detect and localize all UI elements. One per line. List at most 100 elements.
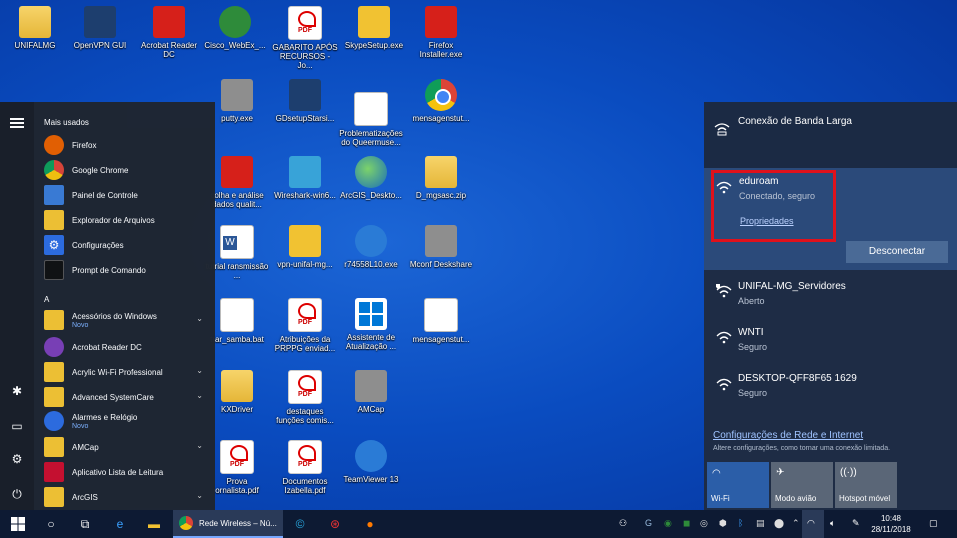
desktop-icon-label: colha e análise dados qualit...: [210, 191, 264, 209]
tray-app-icon[interactable]: ⬤: [774, 518, 784, 529]
desktop-icon-destaques[interactable]: destaques funções comis...: [272, 370, 338, 425]
ccleaner-icon[interactable]: ©: [292, 516, 308, 532]
desktop-icon-assistente[interactable]: Assistente de Atualização ...: [338, 298, 404, 351]
broadband-connection[interactable]: Conexão de Banda Larga: [704, 102, 957, 168]
pdf-file-icon: [288, 6, 322, 40]
quick-action-wifi[interactable]: ◠ Wi-Fi: [707, 462, 769, 508]
user-avatar-icon[interactable]: ✱: [9, 383, 25, 399]
firefox-icon[interactable]: ●: [362, 516, 378, 532]
quick-action-label: Wi-Fi: [711, 494, 730, 503]
desktop-icon-mensagenstut-1[interactable]: mensagenstut...: [408, 79, 474, 123]
highlight-box: [711, 170, 836, 242]
windows-start-icon[interactable]: [10, 516, 26, 532]
start-item-firefox[interactable]: Firefox: [44, 134, 209, 156]
hamburger-menu-icon[interactable]: [10, 118, 24, 128]
start-item-file-explorer[interactable]: Explorador de Arquivos: [44, 209, 209, 231]
pen-workspace-icon[interactable]: ✎: [852, 518, 860, 529]
user-folder-icon: [19, 6, 51, 38]
tray-app-icon[interactable]: ◼: [683, 518, 690, 529]
pdf-file-icon: [288, 298, 322, 332]
desktop-icon-problematizacoes[interactable]: Problematizações do Queermuse...: [338, 92, 404, 147]
tray-app-icon[interactable]: ◉: [664, 518, 672, 529]
tray-app-icon[interactable]: ▤: [756, 518, 765, 529]
globe-icon: [355, 156, 387, 188]
desktop-icon-firefox-installer[interactable]: Firefox Installer.exe: [408, 6, 474, 59]
start-item-acrobat[interactable]: Acrobat Reader DC: [44, 336, 209, 358]
people-icon[interactable]: ⚇: [619, 518, 627, 529]
desktop-icon-label: UNIFALMG: [14, 41, 56, 50]
documents-icon[interactable]: ▭: [9, 418, 25, 434]
bluetooth-icon[interactable]: ᛒ: [738, 518, 743, 528]
start-item-alarmes[interactable]: Alarmes e Relógio Novo: [44, 410, 209, 432]
start-item-acrylic[interactable]: Acrylic Wi-Fi Professional ⌄: [44, 361, 209, 383]
network-tray-button[interactable]: ◠: [802, 510, 824, 538]
tray-app-icon[interactable]: ◎: [700, 518, 708, 529]
network-settings-link[interactable]: Configurações de Rede e Internet: [713, 430, 863, 441]
desktop-icon-mensagenstut-2[interactable]: mensagenstut...: [408, 298, 474, 344]
word-file-icon: [220, 225, 254, 259]
desktop-icon-unifalmg[interactable]: UNIFALMG: [2, 6, 68, 50]
chevron-down-icon: ⌄: [196, 391, 203, 400]
app-red-icon[interactable]: ⊛: [327, 516, 343, 532]
start-item-chrome[interactable]: Google Chrome: [44, 159, 209, 181]
reading-list-icon: [44, 462, 64, 482]
most-used-header: Mais usados: [44, 118, 89, 127]
desktop-icon-skypesetup[interactable]: SkypeSetup.exe: [341, 6, 407, 50]
overflow-chevron-icon[interactable]: ⌃: [792, 518, 800, 529]
start-item-label: AMCap: [72, 442, 99, 452]
tray-app-icon[interactable]: ⬢: [719, 518, 727, 529]
pdf-file-icon: [220, 440, 254, 474]
settings-gear-icon[interactable]: ⚙: [9, 451, 25, 467]
desktop-icon-label: AMCap: [357, 405, 385, 414]
broadband-title: Conexão de Banda Larga: [738, 116, 852, 127]
edge-icon[interactable]: e: [112, 516, 128, 532]
desktop-icon-label: putty.exe: [221, 114, 253, 123]
cortana-search-icon[interactable]: ○: [43, 516, 59, 532]
desktop-icon-atribuicoes[interactable]: Atribuições da PRPPG enviad...: [272, 298, 338, 353]
desktop-icon-r74558[interactable]: r74558L10.exe: [338, 225, 404, 269]
file-explorer-icon[interactable]: ▬: [146, 516, 162, 532]
start-menu: ✱ ▭ ⚙ ⏻ Mais usados Firefox Google Chrom…: [0, 102, 215, 510]
start-item-cmd[interactable]: Prompt de Comando: [44, 259, 209, 281]
action-center-icon[interactable]: ▢: [929, 518, 938, 529]
start-item-control-panel[interactable]: Painel de Controle: [44, 184, 209, 206]
desktop-icon-webex[interactable]: Cisco_WebEx_...: [202, 6, 268, 50]
start-item-amcap[interactable]: AMCap ⌄: [44, 436, 209, 458]
desktop-icon-amcap[interactable]: AMCap: [338, 370, 404, 414]
desktop-icon-teamviewer[interactable]: TeamViewer 13: [338, 440, 404, 484]
wifi-icon: ◠: [712, 468, 721, 479]
tray-app-icon[interactable]: G: [645, 518, 652, 528]
start-item-settings[interactable]: ⚙ Configurações: [44, 234, 209, 256]
clock[interactable]: 10:48 28/11/2018: [871, 513, 911, 535]
taskbar-chrome-window[interactable]: Rede Wireless – Nú...: [173, 510, 283, 538]
section-letter[interactable]: A: [44, 295, 49, 304]
new-badge: Novo: [72, 422, 89, 430]
network-status: Seguro: [738, 342, 768, 352]
desktop-icon-documentos[interactable]: Documentos Izabella.pdf: [272, 440, 338, 495]
desktop-icon-zip[interactable]: D_mgsasc.zip: [408, 156, 474, 200]
start-item-arcgis[interactable]: ArcGIS ⌄: [44, 486, 209, 508]
quick-action-hotspot[interactable]: ((·)) Hotspot móvel: [835, 462, 897, 508]
start-item-acessorios[interactable]: Acessórios do Windows Novo ⌄: [44, 309, 209, 331]
desktop-icon-vpn-unifal[interactable]: vpn-unifal-mg...: [272, 225, 338, 269]
setup-icon: [289, 79, 321, 111]
start-item-lista-leitura[interactable]: Aplicativo Lista de Leitura: [44, 461, 209, 483]
desktop-icon-wireshark[interactable]: Wireshark-win6...: [272, 156, 338, 200]
power-icon[interactable]: ⏻: [9, 486, 25, 502]
pdf-file-icon: [288, 370, 322, 404]
quick-action-airplane[interactable]: ✈ Modo avião: [771, 462, 833, 508]
start-item-advanced-systemcare[interactable]: Advanced SystemCare ⌄: [44, 386, 209, 408]
volume-icon[interactable]: 🔈︎: [830, 518, 835, 529]
desktop-icon-arcgis[interactable]: ArcGIS_Deskto...: [338, 156, 404, 200]
folder-icon: [44, 437, 64, 457]
disconnect-button[interactable]: Desconectar: [846, 241, 948, 263]
gear-icon: ⚙: [44, 235, 64, 255]
desktop-icon-acrobat[interactable]: Acrobat Reader DC: [136, 6, 202, 59]
desktop-icon-gdsetup[interactable]: GDsetupStarsi...: [272, 79, 338, 123]
desktop-icon-label: Problematizações do Queermuse...: [339, 129, 403, 147]
zip-folder-icon: [425, 156, 457, 188]
desktop-icon-openvpn[interactable]: OpenVPN GUI: [67, 6, 133, 50]
desktop-icon-mconf[interactable]: Mconf Deskshare: [408, 225, 474, 269]
task-view-icon[interactable]: ⧉: [77, 516, 93, 532]
desktop-icon-gabarito[interactable]: GABARITO APÓS RECURSOS - Jo...: [272, 6, 338, 70]
